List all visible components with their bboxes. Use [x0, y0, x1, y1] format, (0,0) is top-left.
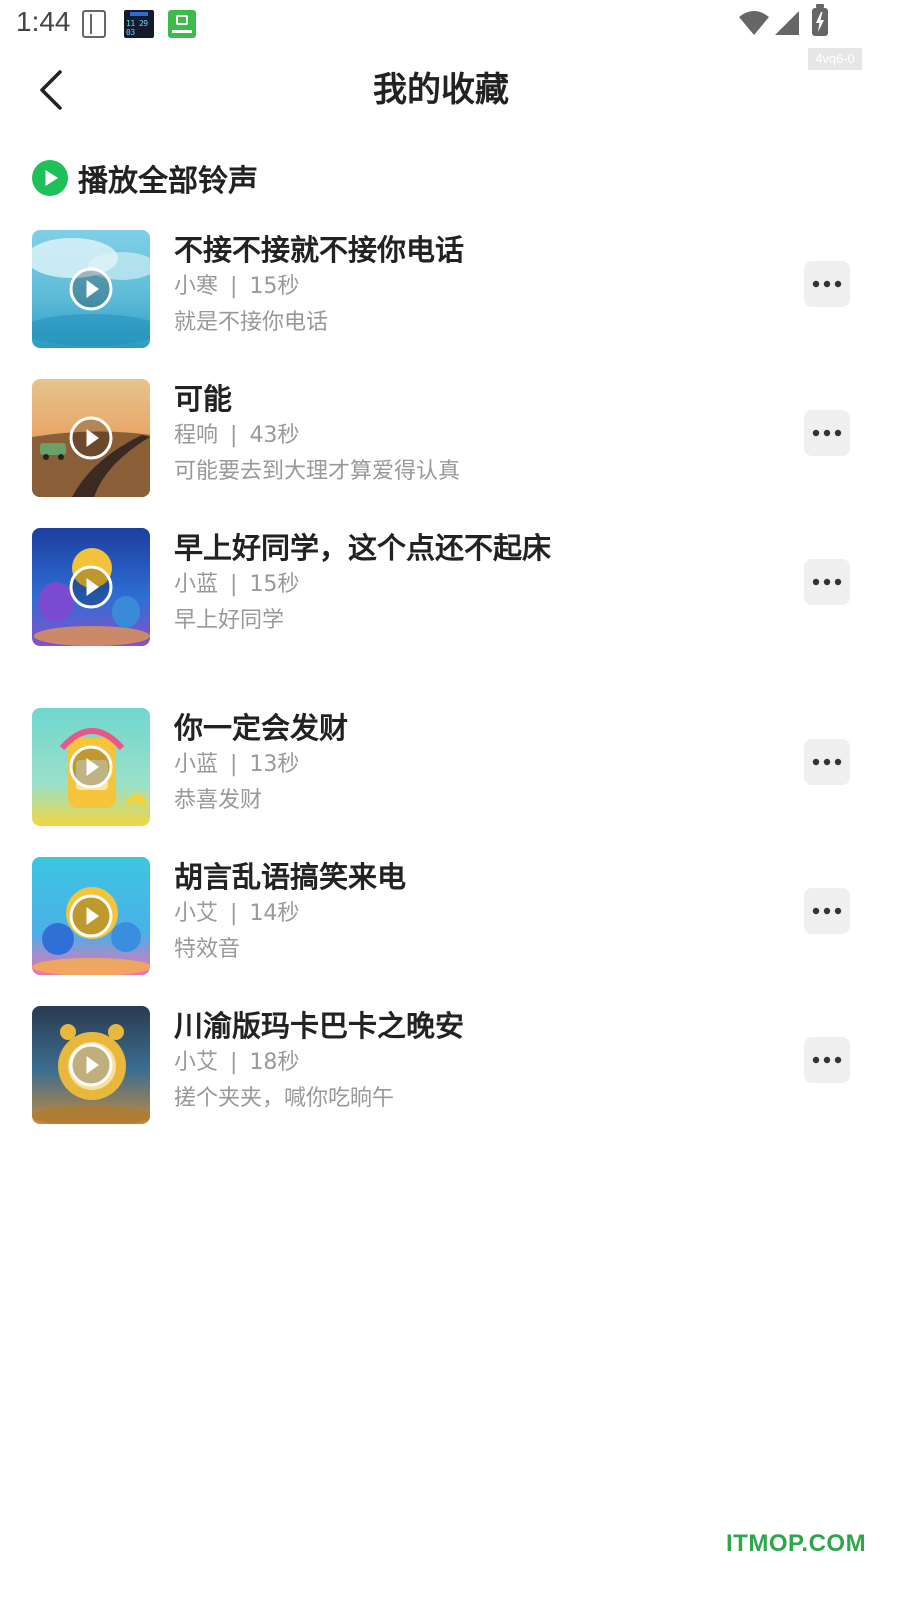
ringtone-title: 胡言乱语搞笑来电 [174, 860, 407, 894]
meta-separator: | [230, 901, 238, 926]
play-circle-icon [69, 416, 113, 460]
list-item[interactable]: 川渝版玛卡巴卡之晚安 小艾 | 18秒 搓个夹夹，喊你吃晌午 [0, 1006, 900, 1126]
cover-image[interactable] [32, 857, 150, 975]
cover-image[interactable] [32, 528, 150, 646]
cover-image[interactable] [32, 1006, 150, 1124]
ringtone-description: 就是不接你电话 [174, 310, 329, 335]
list-item[interactable]: 可能 程响 | 43秒 可能要去到大理才算爱得认真 [0, 379, 900, 499]
ringtone-description: 搓个夹夹，喊你吃晌午 [174, 1086, 395, 1111]
page-title: 我的收藏 [373, 70, 509, 110]
ringtone-duration: 14秒 [249, 901, 300, 926]
meta-separator: | [230, 572, 238, 597]
status-bar: 1:44 11 29 03 [0, 0, 900, 48]
play-all-button[interactable]: 播放全部铃声 [32, 156, 258, 200]
cover-image[interactable] [32, 379, 150, 497]
ringtone-artist: 小蓝 [174, 572, 219, 597]
version-tag: 4vq6-0 [808, 48, 862, 70]
ringtone-meta: 程响 | 43秒 [174, 421, 299, 451]
ringtone-meta: 小蓝 | 13秒 [174, 750, 299, 780]
ringtone-meta: 小寒 | 15秒 [174, 272, 299, 302]
ringtone-description: 可能要去到大理才算爱得认真 [174, 459, 461, 484]
ringtone-meta: 小艾 | 14秒 [174, 899, 299, 929]
cover-image[interactable] [32, 230, 150, 348]
ringtone-description: 恭喜发财 [174, 788, 263, 813]
more-horizontal-icon [812, 280, 842, 288]
ringtone-title: 你一定会发财 [174, 711, 349, 745]
meta-separator: | [230, 274, 238, 299]
ringtone-title: 不接不接就不接你电话 [174, 233, 465, 267]
ringtone-title: 早上好同学，这个点还不起床 [174, 531, 552, 565]
ringtone-duration: 43秒 [249, 423, 300, 448]
more-button[interactable] [804, 1037, 850, 1083]
battery-charging-icon [812, 4, 828, 36]
play-circle-icon [69, 1043, 113, 1087]
wifi-icon [739, 11, 769, 35]
ringtone-artist: 小寒 [174, 274, 219, 299]
ringtone-duration: 13秒 [249, 752, 300, 777]
status-time: 1:44 [16, 6, 71, 37]
watermark: ITMOP.COM [726, 1530, 867, 1557]
play-circle-icon [69, 894, 113, 938]
ringtone-artist: 小艾 [174, 901, 219, 926]
signal-icon [775, 11, 799, 35]
ringtone-title: 可能 [174, 382, 233, 416]
more-horizontal-icon [812, 1056, 842, 1064]
more-horizontal-icon [812, 578, 842, 586]
meta-separator: | [230, 1050, 238, 1075]
list-item[interactable]: 你一定会发财 小蓝 | 13秒 恭喜发财 [0, 708, 900, 828]
more-horizontal-icon [812, 907, 842, 915]
cover-image[interactable] [32, 708, 150, 826]
play-circle-icon [32, 160, 68, 196]
more-horizontal-icon [812, 429, 842, 437]
play-circle-icon [69, 565, 113, 609]
more-horizontal-icon [812, 758, 842, 766]
more-button[interactable] [804, 888, 850, 934]
sim-icon [82, 10, 106, 38]
clock-app-icon: 11 29 03 [124, 10, 154, 38]
play-circle-icon [69, 267, 113, 311]
play-all-label: 播放全部铃声 [78, 164, 258, 199]
ringtone-duration: 18秒 [249, 1050, 300, 1075]
ringtone-title: 川渝版玛卡巴卡之晚安 [174, 1009, 465, 1043]
ringtone-app-icon [168, 10, 196, 38]
ringtone-description: 早上好同学 [174, 608, 285, 633]
ringtone-meta: 小艾 | 18秒 [174, 1048, 299, 1078]
clock-widget-text: 11 29 03 [126, 19, 148, 37]
list-item[interactable]: 胡言乱语搞笑来电 小艾 | 14秒 特效音 [0, 857, 900, 977]
ringtone-artist: 小艾 [174, 1050, 219, 1075]
ringtone-duration: 15秒 [249, 274, 300, 299]
more-button[interactable] [804, 261, 850, 307]
ringtone-artist: 程响 [174, 423, 219, 448]
meta-separator: | [230, 752, 238, 777]
list-item[interactable]: 早上好同学，这个点还不起床 小蓝 | 15秒 早上好同学 [0, 528, 900, 648]
more-button[interactable] [804, 739, 850, 785]
ringtone-description: 特效音 [174, 937, 241, 962]
play-circle-icon [69, 745, 113, 789]
more-button[interactable] [804, 559, 850, 605]
more-button[interactable] [804, 410, 850, 456]
ringtone-meta: 小蓝 | 15秒 [174, 570, 299, 600]
meta-separator: | [230, 423, 238, 448]
ringtone-duration: 15秒 [249, 572, 300, 597]
list-item[interactable]: 不接不接就不接你电话 小寒 | 15秒 就是不接你电话 [0, 230, 900, 350]
ringtone-artist: 小蓝 [174, 752, 219, 777]
